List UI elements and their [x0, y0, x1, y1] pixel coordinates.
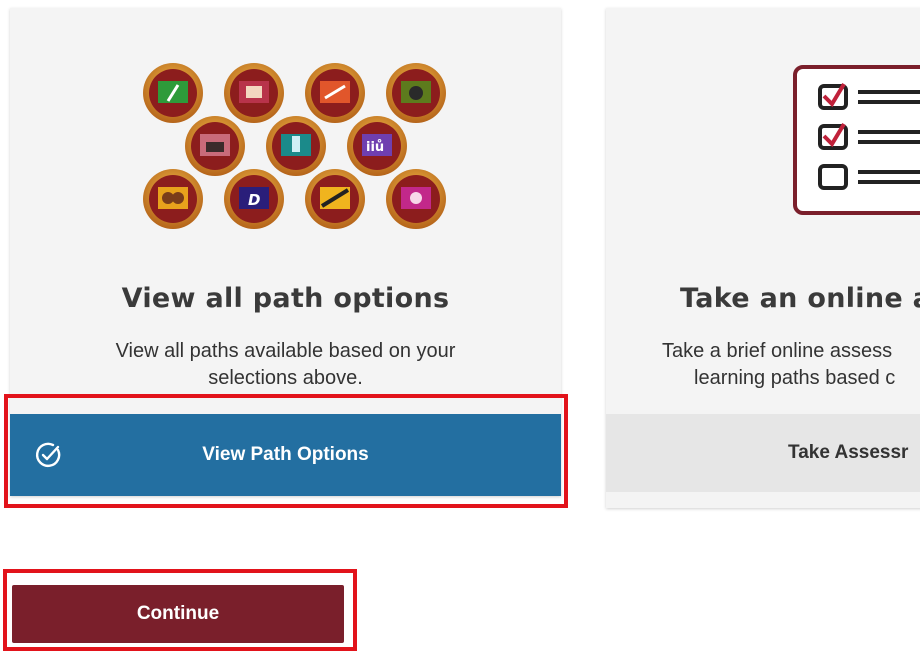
- trophy-badge-icon: [266, 116, 326, 176]
- take-assessment-label: Take Assessr: [788, 442, 909, 463]
- card-title: Take an online a: [680, 283, 920, 314]
- description-line-2: learning paths based c: [694, 367, 896, 389]
- letter-d-badge-icon: D: [224, 169, 284, 229]
- telescope-badge-icon: [305, 63, 365, 123]
- microphone-badge-icon: [143, 63, 203, 123]
- svg-text:iiů: iiů: [366, 140, 384, 155]
- road-signs-badge-icon: [305, 169, 365, 229]
- path-badges-illustration: iiů D: [143, 63, 446, 229]
- continue-button[interactable]: Continue: [12, 585, 344, 643]
- svg-text:D: D: [248, 191, 260, 209]
- castle-badge-icon: [224, 63, 284, 123]
- card-title: View all path options: [121, 283, 450, 314]
- view-path-options-highlight: [4, 394, 568, 508]
- theater-masks-badge-icon: [143, 169, 203, 229]
- handshake-badge-icon: [386, 169, 446, 229]
- take-assessment-button[interactable]: Take Assessr: [606, 414, 920, 492]
- audience-badge-icon: [185, 116, 245, 176]
- card-description: View all paths available based on your s…: [115, 340, 456, 389]
- crowd-badge-icon: [386, 63, 446, 123]
- online-assessment-card: Take an online a Take a brief online ass…: [606, 8, 920, 508]
- checklist-icon: [793, 65, 920, 215]
- description-line-1: Take a brief online assess: [662, 340, 893, 362]
- card-description: Take a brief online assess learning path…: [662, 338, 920, 392]
- people-badge-icon: iiů: [347, 116, 407, 176]
